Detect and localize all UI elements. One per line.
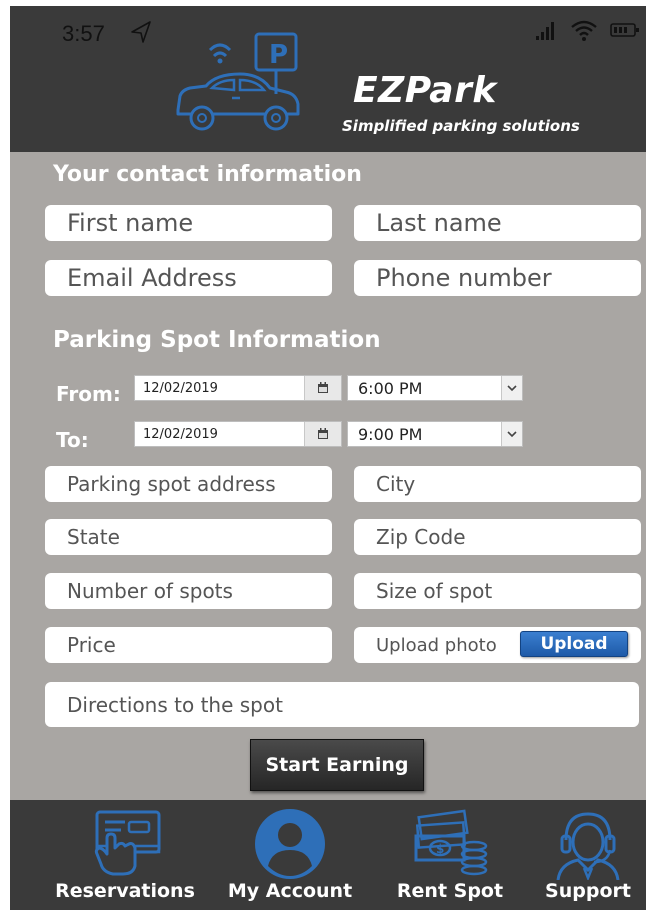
nav-my-account[interactable]: My Account (210, 800, 370, 910)
from-time-select[interactable]: 6:00 PM (347, 375, 523, 401)
state-field[interactable]: State (45, 519, 332, 555)
brand-name: EZPark (353, 70, 497, 111)
bottom-nav: Reservations My Account $ Rent Spot Supp… (10, 800, 646, 910)
location-arrow-icon (131, 21, 151, 43)
phone-field[interactable]: Phone number (354, 260, 641, 296)
svg-text:$: $ (436, 842, 444, 856)
nav-rent-spot[interactable]: $ Rent Spot (370, 800, 530, 910)
nav-label: Reservations (55, 880, 195, 902)
wifi-icon (571, 20, 597, 41)
calendar-icon (318, 428, 328, 439)
from-label: From: (56, 382, 121, 406)
upload-photo-field: Upload photo Upload (354, 627, 641, 663)
to-date-picker[interactable]: 12/02/2019 (134, 421, 342, 447)
chevron-down-icon (507, 385, 517, 392)
nav-label: My Account (227, 880, 353, 902)
spot-heading: Parking Spot Information (53, 327, 381, 353)
to-label: To: (56, 428, 89, 452)
contact-heading: Your contact information (53, 162, 362, 187)
nav-label: Rent Spot (396, 880, 504, 902)
calendar-icon (318, 382, 328, 393)
email-field[interactable]: Email Address (45, 260, 332, 296)
reservations-icon (94, 810, 161, 876)
city-field[interactable]: City (354, 466, 641, 502)
brand-tagline: Simplified parking solutions (342, 117, 580, 135)
from-date-picker[interactable]: 12/02/2019 (134, 375, 342, 401)
support-icon (556, 812, 620, 880)
num-spots-field[interactable]: Number of spots (45, 573, 332, 609)
zip-field[interactable]: Zip Code (354, 519, 641, 555)
app-header: 3:57 P EZPark Simplified parking solutio… (10, 6, 646, 152)
to-calendar-button[interactable] (304, 422, 341, 446)
from-calendar-button[interactable] (304, 376, 341, 400)
app-screen: 3:57 P EZPark Simplified parking solutio… (10, 6, 646, 910)
nav-label: Support (545, 880, 631, 902)
spot-size-field[interactable]: Size of spot (354, 573, 641, 609)
battery-icon (610, 23, 639, 37)
status-time: 3:57 (62, 21, 105, 47)
directions-field[interactable]: Directions to the spot (45, 682, 639, 727)
to-time-dropdown[interactable] (501, 422, 522, 446)
signal-icon (536, 22, 554, 40)
car-parking-logo-icon: P (176, 32, 300, 131)
to-time-select[interactable]: 9:00 PM (347, 421, 523, 447)
last-name-field[interactable]: Last name (354, 205, 641, 241)
upload-button[interactable]: Upload (520, 631, 628, 657)
chevron-down-icon (507, 431, 517, 438)
from-time-dropdown[interactable] (501, 376, 522, 400)
money-icon: $ (414, 809, 488, 876)
account-icon (255, 809, 325, 879)
nav-support[interactable]: Support (530, 800, 646, 910)
spot-address-field[interactable]: Parking spot address (45, 466, 332, 502)
svg-text:P: P (269, 40, 288, 70)
first-name-field[interactable]: First name (45, 205, 332, 241)
nav-reservations[interactable]: Reservations (40, 800, 210, 910)
start-earning-button[interactable]: Start Earning (250, 739, 424, 791)
price-field[interactable]: Price (45, 627, 332, 663)
